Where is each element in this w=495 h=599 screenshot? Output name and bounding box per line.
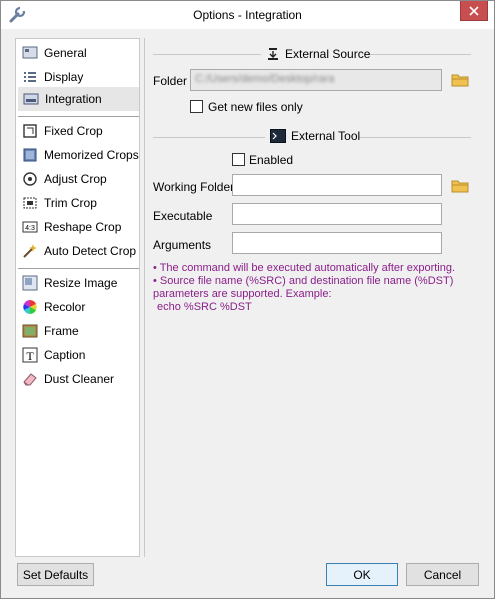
sidebar-item-reshape-crop[interactable]: 4:3 Reshape Crop — [18, 215, 139, 239]
sidebar-item-label: Recolor — [44, 300, 86, 314]
sidebar-item-label: Integration — [45, 92, 102, 106]
external-tool-heading: External Tool — [270, 129, 360, 143]
close-button[interactable] — [460, 1, 488, 21]
external-tool-title: External Tool — [291, 129, 361, 143]
sidebar-item-label: Frame — [44, 324, 79, 338]
executable-label: Executable — [153, 209, 213, 223]
sidebar-item-label: Reshape Crop — [44, 220, 122, 234]
external-source-heading: External Source — [266, 47, 370, 61]
general-icon — [22, 46, 38, 59]
sidebar-item-label: Dust Cleaner — [44, 372, 115, 386]
sidebar-item-label: Resize Image — [44, 276, 118, 290]
eraser-icon — [23, 373, 37, 386]
working-folder-label: Working Folder — [153, 180, 235, 194]
sidebar-item-label: Caption — [44, 348, 86, 362]
import-arrow-icon — [268, 48, 278, 60]
sidebar-item-general[interactable]: General — [18, 41, 139, 65]
external-tool-help-text: • The command will be executed automatic… — [153, 262, 473, 314]
reshape-crop-icon: 4:3 — [22, 221, 38, 233]
sidebar-item-dust-cleaner[interactable]: Dust Cleaner — [18, 367, 139, 391]
enabled-label: Enabled — [249, 153, 294, 167]
help-line: • Source file name (%SRC) and destinatio… — [153, 275, 454, 287]
section-divider — [365, 54, 471, 55]
resize-image-icon — [22, 275, 38, 291]
section-divider — [359, 137, 471, 138]
source-folder-field[interactable]: C:/Users/demo/Desktop/rara — [190, 69, 442, 91]
sidebar-divider — [18, 268, 139, 269]
source-folder-path: C:/Users/demo/Desktop/rara — [195, 73, 335, 85]
ok-button[interactable]: OK — [326, 563, 398, 586]
memorized-crops-icon — [23, 148, 37, 162]
sidebar-divider — [18, 116, 139, 117]
sidebar-item-auto-detect-crop[interactable]: Auto Detect Crop — [18, 239, 139, 263]
sidebar-item-label: Auto Detect Crop — [44, 244, 137, 258]
sidebar-item-display[interactable]: Display — [18, 65, 139, 89]
sidebar-item-resize-image[interactable]: Resize Image — [18, 271, 139, 295]
display-icon — [24, 72, 36, 82]
color-wheel-icon — [23, 300, 37, 314]
sidebar-item-caption[interactable]: T Caption — [18, 343, 139, 367]
text-caption-icon: T — [22, 347, 38, 363]
sidebar-item-fixed-crop[interactable]: Fixed Crop — [18, 119, 139, 143]
external-source-title: External Source — [285, 47, 371, 61]
terminal-icon — [270, 129, 286, 143]
browse-folder-icon[interactable] — [451, 178, 469, 194]
fixed-crop-icon — [23, 124, 37, 138]
title-bar: Options - Integration — [1, 1, 494, 29]
get-new-files-label: Get new files only — [208, 100, 303, 114]
close-icon — [469, 5, 479, 16]
options-window: Options - Integration General Display In… — [0, 0, 495, 599]
sidebar-item-label: Memorized Crops — [44, 148, 139, 162]
frame-icon — [22, 324, 38, 338]
category-list[interactable]: General Display Integration Fixed Crop M… — [15, 38, 140, 557]
cancel-button[interactable]: Cancel — [406, 563, 479, 586]
section-divider — [153, 54, 261, 55]
folder-label: Folder — [153, 74, 188, 88]
window-title: Options - Integration — [193, 8, 302, 22]
help-line: parameters are supported. Example: — [153, 288, 332, 300]
sidebar-item-label: Display — [44, 70, 84, 84]
sidebar-item-adjust-crop[interactable]: Adjust Crop — [18, 167, 139, 191]
executable-input[interactable] — [232, 203, 442, 225]
help-line: • The command will be executed automatic… — [153, 262, 456, 274]
integration-icon — [23, 93, 39, 105]
sidebar-item-integration[interactable]: Integration — [18, 87, 139, 111]
sidebar-item-label: General — [44, 46, 87, 60]
arguments-input[interactable] — [232, 232, 442, 254]
browse-folder-icon[interactable] — [451, 72, 469, 88]
svg-text:T: T — [26, 349, 34, 363]
help-example: echo %SRC %DST — [157, 301, 252, 313]
enabled-checkbox[interactable] — [232, 153, 245, 166]
sidebar-item-label: Fixed Crop — [44, 124, 103, 138]
get-new-files-checkbox[interactable] — [190, 100, 203, 113]
set-defaults-button[interactable]: Set Defaults — [17, 563, 94, 586]
magic-wand-icon — [23, 244, 37, 258]
sidebar-item-frame[interactable]: Frame — [18, 319, 139, 343]
sidebar-item-memorized-crops[interactable]: Memorized Crops — [18, 143, 139, 167]
working-folder-input[interactable] — [232, 174, 442, 196]
sidebar-item-label: Trim Crop — [44, 196, 97, 210]
sidebar-item-label: Adjust Crop — [44, 172, 107, 186]
svg-text:4:3: 4:3 — [25, 225, 35, 232]
trim-crop-icon — [23, 197, 37, 209]
sidebar-item-trim-crop[interactable]: Trim Crop — [18, 191, 139, 215]
adjust-crop-icon — [23, 172, 37, 186]
section-divider — [153, 137, 265, 138]
sidebar-item-recolor[interactable]: Recolor — [18, 295, 139, 319]
arguments-label: Arguments — [153, 238, 212, 252]
